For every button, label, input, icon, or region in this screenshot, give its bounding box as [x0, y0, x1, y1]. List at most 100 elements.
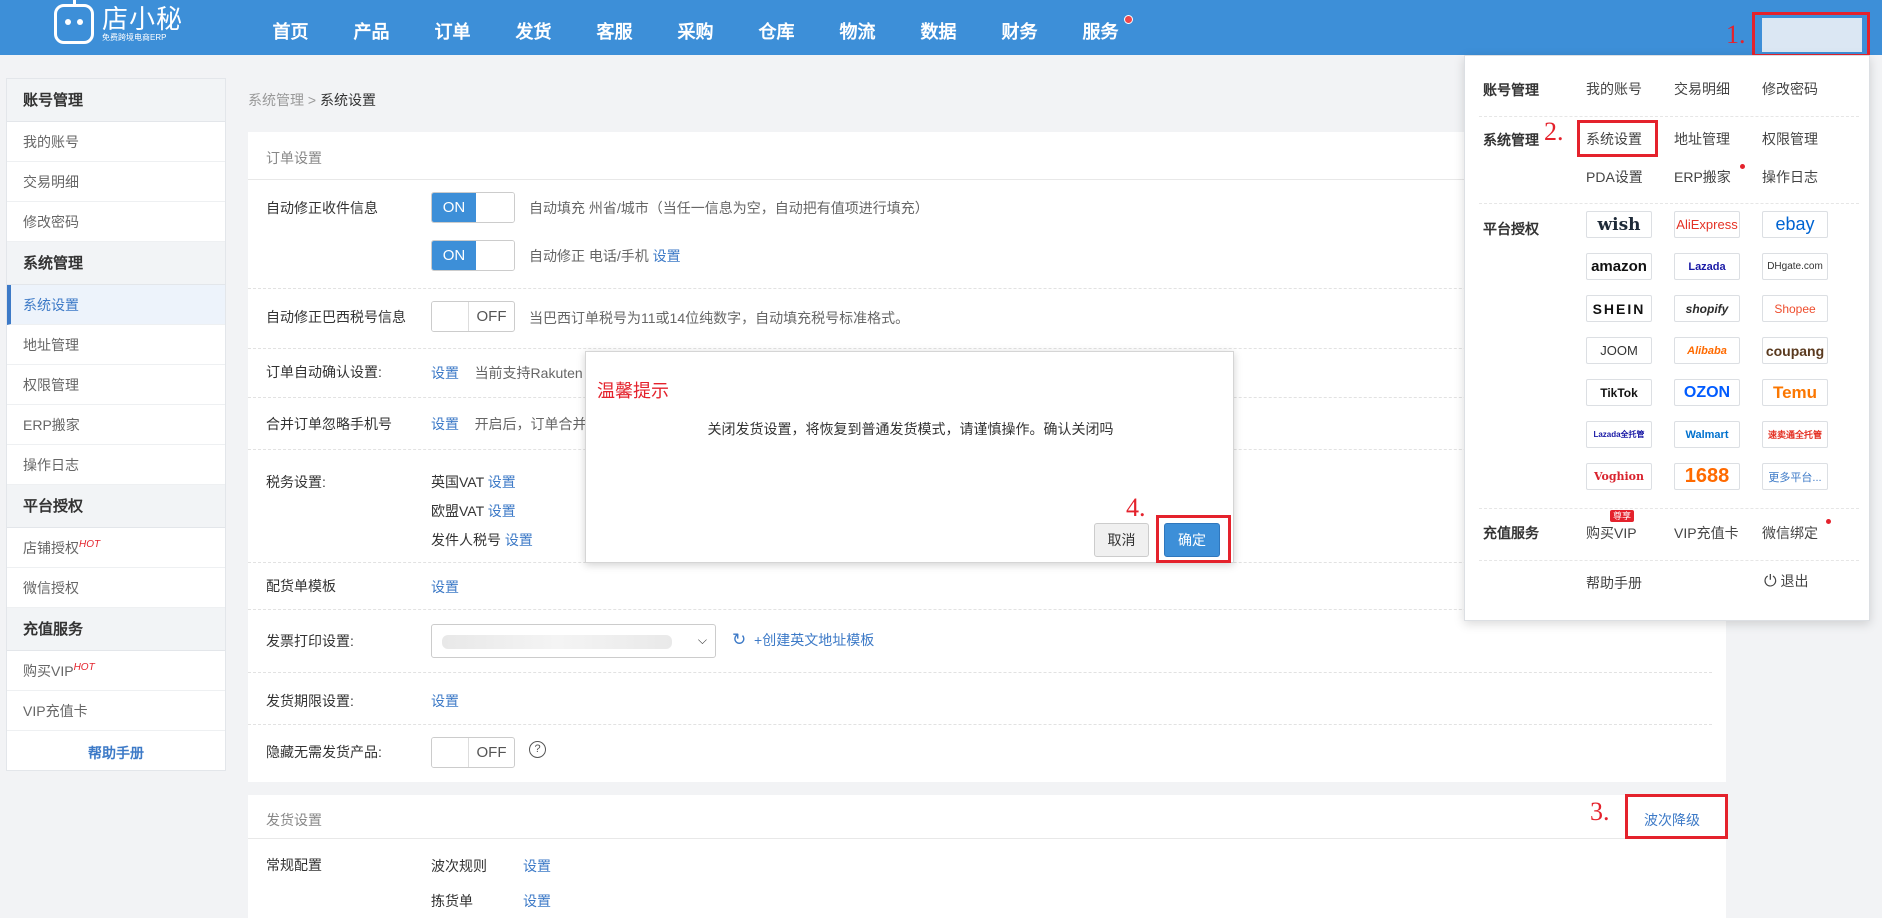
platform-dhgate[interactable]: DHgate.com — [1762, 253, 1828, 280]
sidebar-item-permissions[interactable]: 权限管理 — [7, 365, 225, 405]
sidebar-group-system: 系统管理 — [7, 242, 225, 285]
platform-coupang[interactable]: coupang — [1762, 337, 1828, 364]
sidebar-item-wechat-auth[interactable]: 微信授权 — [7, 568, 225, 608]
breadcrumb-parent[interactable]: 系统管理 — [248, 92, 304, 108]
platform-more[interactable]: 更多平台... — [1762, 463, 1828, 490]
auto-fill-toggle[interactable]: ON — [431, 192, 515, 223]
platform-amazon[interactable]: amazon — [1586, 253, 1652, 280]
regular-config-label: 常规配置 — [266, 857, 322, 873]
menu-operation-log[interactable]: 操作日志 — [1762, 167, 1818, 187]
sidebar-item-transactions[interactable]: 交易明细 — [7, 162, 225, 202]
auto-fix-phone-toggle[interactable]: ON — [431, 240, 515, 271]
merge-set-link[interactable]: 设置 — [431, 416, 459, 432]
menu-logout[interactable]: ⏻ 退出 — [1764, 571, 1809, 591]
breadcrumb-current: 系统设置 — [319, 92, 376, 108]
platform-shein[interactable]: SHEIN — [1586, 295, 1652, 322]
nav-products[interactable]: 产品 — [331, 0, 412, 55]
platform-alibaba[interactable]: Alibaba — [1674, 337, 1740, 364]
nav-services[interactable]: 服务 — [1060, 0, 1141, 55]
nav-shipping[interactable]: 发货 — [493, 0, 574, 55]
auto-fill-desc: 自动填充 州省/城市（当任一信息为空，自动把有值项进行填充） — [529, 200, 929, 216]
menu-address[interactable]: 地址管理 — [1674, 129, 1730, 149]
platform-temu[interactable]: Temu — [1762, 379, 1828, 406]
sidebar-item-erp-migration[interactable]: ERP搬家 — [7, 405, 225, 445]
cancel-button[interactable]: 取消 — [1094, 523, 1149, 557]
logo-subtitle: 免费跨境电商ERP — [102, 33, 167, 42]
sidebar-item-operation-log[interactable]: 操作日志 — [7, 445, 225, 485]
packing-template-set-link[interactable]: 设置 — [431, 579, 459, 595]
auto-fix-recipient-label: 自动修正收件信息 — [266, 200, 378, 216]
auto-fix-phone-desc: 自动修正 电话/手机 设置 — [529, 248, 681, 264]
sidebar-item-buy-vip[interactable]: 购买VIPHOT — [7, 651, 225, 691]
invoice-template-select[interactable]: ⌵ — [431, 624, 716, 658]
chevron-down-icon: ⌵ — [697, 633, 707, 647]
nav-data[interactable]: 数据 — [898, 0, 979, 55]
hot-badge: HOT — [73, 662, 95, 673]
auto-fix-phone-set-link[interactable]: 设置 — [653, 248, 681, 264]
platform-joom[interactable]: JOOM — [1586, 337, 1652, 364]
nav-logistics[interactable]: 物流 — [817, 0, 898, 55]
nav-purchasing[interactable]: 采购 — [655, 0, 736, 55]
menu-buy-vip[interactable]: 购买VIP — [1586, 523, 1637, 543]
pick-list-set-link[interactable]: 设置 — [523, 893, 551, 909]
tax-sender-set-link[interactable]: 设置 — [505, 532, 533, 548]
sidebar-item-my-account[interactable]: 我的账号 — [7, 122, 225, 162]
platform-tiktok[interactable]: TikTok — [1586, 379, 1652, 406]
highlight-box-confirm — [1156, 515, 1231, 563]
menu-group-platform: 平台授权 — [1483, 221, 1539, 237]
platform-lazada-managed[interactable]: Lazada全托管 — [1586, 421, 1652, 448]
brazil-tax-toggle[interactable]: OFF — [431, 301, 515, 332]
menu-change-password[interactable]: 修改密码 — [1762, 79, 1818, 99]
platform-aliexpress-managed[interactable]: 速卖通全托管 — [1762, 421, 1828, 448]
dialog-title: 温馨提示 — [597, 381, 669, 401]
logout-label: 退出 — [1780, 573, 1809, 589]
notification-dot — [1740, 164, 1745, 169]
ship-deadline-set-link[interactable]: 设置 — [431, 693, 459, 709]
tax-uk-set-link[interactable]: 设置 — [488, 474, 516, 490]
merge-ignore-phone-label: 合并订单忽略手机号 — [266, 416, 392, 432]
hide-no-ship-toggle[interactable]: OFF — [431, 737, 515, 768]
sidebar-item-system-settings[interactable]: 系统设置 — [7, 285, 225, 325]
wave-rule-set-link[interactable]: 设置 — [523, 858, 551, 874]
robot-logo-icon — [54, 0, 94, 44]
highlight-box-user — [1752, 12, 1870, 57]
menu-wechat-bind[interactable]: 微信绑定 — [1762, 523, 1818, 543]
menu-vip-card[interactable]: VIP充值卡 — [1674, 523, 1739, 543]
step-label-2: 2. — [1544, 117, 1564, 146]
platform-shopify[interactable]: shopify — [1674, 295, 1740, 322]
platform-walmart[interactable]: Walmart — [1674, 421, 1740, 448]
platform-aliexpress[interactable]: AliExpress — [1674, 211, 1740, 238]
menu-permissions[interactable]: 权限管理 — [1762, 129, 1818, 149]
platform-ebay[interactable]: ebay — [1762, 211, 1828, 238]
menu-pda-settings[interactable]: PDA设置 — [1586, 167, 1643, 187]
menu-help[interactable]: 帮助手册 — [1586, 573, 1642, 593]
menu-my-account[interactable]: 我的账号 — [1586, 79, 1642, 99]
menu-transactions[interactable]: 交易明细 — [1674, 79, 1730, 99]
nav-orders[interactable]: 订单 — [412, 0, 493, 55]
platform-shopee[interactable]: Shopee — [1762, 295, 1828, 322]
platform-voghion[interactable]: Voghion — [1586, 463, 1652, 490]
menu-group-recharge: 充值服务 — [1483, 525, 1539, 541]
refresh-icon[interactable]: ↻ — [732, 630, 746, 649]
sidebar-item-change-password[interactable]: 修改密码 — [7, 202, 225, 242]
platform-lazada[interactable]: Lazada — [1674, 253, 1740, 280]
platform-wish[interactable]: wish — [1586, 211, 1652, 238]
logo[interactable]: 店小秘 免费跨境电商ERP — [54, 0, 183, 44]
auto-confirm-set-link[interactable]: 设置 — [431, 365, 459, 381]
help-question-icon[interactable]: ? — [529, 741, 546, 758]
sidebar-item-vip-card[interactable]: VIP充值卡 — [7, 691, 225, 731]
sidebar-item-store-auth[interactable]: 店铺授权HOT — [7, 528, 225, 568]
create-en-template-link[interactable]: +创建英文地址模板 — [754, 632, 874, 648]
platform-ozon[interactable]: OZON — [1674, 379, 1740, 406]
tax-eu-set-link[interactable]: 设置 — [488, 503, 516, 519]
nav-home[interactable]: 首页 — [250, 0, 331, 55]
platform-1688[interactable]: 1688 — [1674, 463, 1740, 490]
packing-template-label: 配货单模板 — [266, 578, 336, 594]
nav-warehouse[interactable]: 仓库 — [736, 0, 817, 55]
nav-customer-service[interactable]: 客服 — [574, 0, 655, 55]
sidebar: 账号管理 我的账号 交易明细 修改密码 系统管理 系统设置 地址管理 权限管理 … — [6, 78, 226, 771]
sidebar-help-link[interactable]: 帮助手册 — [7, 731, 225, 775]
sidebar-item-address[interactable]: 地址管理 — [7, 325, 225, 365]
menu-erp-migration[interactable]: ERP搬家 — [1674, 167, 1731, 187]
nav-finance[interactable]: 财务 — [979, 0, 1060, 55]
